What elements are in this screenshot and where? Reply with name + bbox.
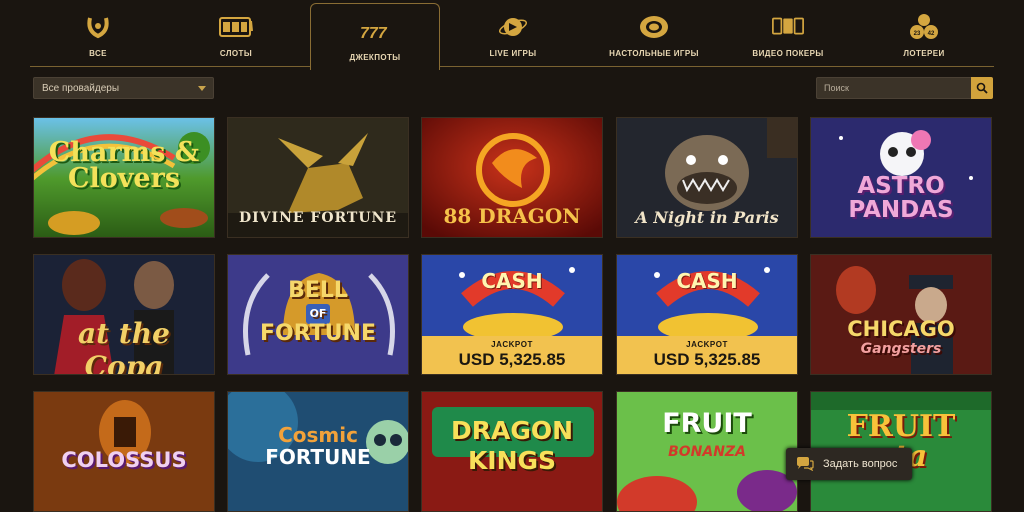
game-title: CASH [676,269,738,293]
game-tile-cash-jackpot-1[interactable]: CASH JACKPOT USD 5,325.85 [421,254,603,375]
jackpot-label: JACKPOT [686,340,728,349]
game-tile-chicago-gangsters[interactable]: CHICAGO Gangsters [810,254,992,375]
search-box [816,77,993,99]
globe-live-icon [496,13,530,41]
game-tile-divine-fortune[interactable]: DIVINE FORTUNE [227,117,409,238]
game-title: at the Copa [78,317,170,375]
search-icon [976,82,988,94]
jackpot-label: JACKPOT [491,340,533,349]
game-title: ASTRO PANDAS [848,173,954,223]
game-tile-astro-pandas[interactable]: ASTRO PANDAS [810,117,992,238]
jackpot-value: USD 5,325.85 [653,350,761,369]
slot-machine-icon [219,13,253,41]
ask-question-label: Задать вопрос [823,458,898,470]
game-title: CASH [481,269,543,293]
jackpot-banner: JACKPOT USD 5,325.85 [422,336,602,374]
game-title: DRAGON KINGS [450,416,574,475]
game-tile-charms-clovers[interactable]: Charms & Clovers [33,117,215,238]
provider-select[interactable]: Все провайдеры [33,77,214,99]
game-tile-dragon-kings[interactable]: DRAGON KINGS [421,391,603,512]
game-tile-bell-of-fortune[interactable]: BELL OF FORTUNE [227,254,409,375]
game-title: Cosmic FORTUNE [265,423,371,469]
game-tile-night-in-paris[interactable]: A Night in Paris [616,117,798,238]
tab-lotteries[interactable]: 23 42 ЛОТЕРЕИ [854,0,994,66]
tab-all[interactable]: ВСЕ [30,0,166,66]
game-title: COLOSSUS [61,448,187,472]
game-tile-88-dragon[interactable]: 88 DRAGON [421,117,603,238]
game-tile-fruit-bonanza[interactable]: FRUIT BONANZA [616,391,798,512]
tab-table-games[interactable]: НАСТОЛЬНЫЕ ИГРЫ [584,0,724,66]
game-title: CHICAGO Gangsters [847,317,955,358]
tab-label: НАСТОЛЬНЫЕ ИГРЫ [609,49,699,58]
tab-label: ЛОТЕРЕИ [903,49,945,58]
search-input[interactable] [816,77,971,99]
game-title: 88 DRAGON [443,204,581,228]
poker-chip-icon [637,13,671,41]
tab-label: ВСЕ [89,49,107,58]
chevron-down-icon [198,86,206,91]
svg-text:777: 777 [360,25,388,42]
game-title: FRUIT BONANZA [662,408,752,461]
game-title: DIVINE FORTUNE [238,210,398,226]
tab-jackpots[interactable]: 777 ДЖЕКПОТЫ [310,3,440,70]
lottery-balls-icon: 23 42 [907,13,941,41]
game-title: BELL OF FORTUNE [260,278,376,346]
game-tile-at-the-copa[interactable]: at the Copa [33,254,215,375]
game-title: Charms & Clovers [48,137,200,194]
ask-question-button[interactable]: Задать вопрос [786,448,912,480]
svg-text:42: 42 [928,31,935,37]
chat-bubbles-icon [797,457,814,471]
tab-video-poker[interactable]: ВИДЕО ПОКЕРЫ [724,0,852,66]
jackpot-value: USD 5,325.85 [458,350,566,369]
jackpot-banner: JACKPOT USD 5,325.85 [617,336,797,374]
tab-label: LIVE ИГРЫ [489,49,537,58]
provider-select-value: Все провайдеры [42,82,120,94]
game-title: A Night in Paris [635,208,779,227]
category-tabs: ВСЕ СЛОТЫ 777 ДЖЕКПОТЫ LIVE ИГРЫ НАСТОЛЬ… [30,0,994,70]
lucky-777-icon: 777 [358,17,392,45]
horseshoe-icon [81,13,115,41]
game-tile-cash-jackpot-2[interactable]: CASH JACKPOT USD 5,325.85 [616,254,798,375]
search-button[interactable] [971,77,993,99]
game-tile-colossus[interactable]: COLOSSUS [33,391,215,512]
game-tile-cosmic-fortune[interactable]: Cosmic FORTUNE [227,391,409,512]
tab-live-games[interactable]: LIVE ИГРЫ [442,0,584,66]
tab-label: ВИДЕО ПОКЕРЫ [752,49,824,58]
tab-label: СЛОТЫ [219,49,253,58]
tab-label: ДЖЕКПОТЫ [349,53,401,62]
cards-icon [771,13,805,41]
svg-text:23: 23 [914,31,921,37]
tab-slots[interactable]: СЛОТЫ [166,0,306,66]
